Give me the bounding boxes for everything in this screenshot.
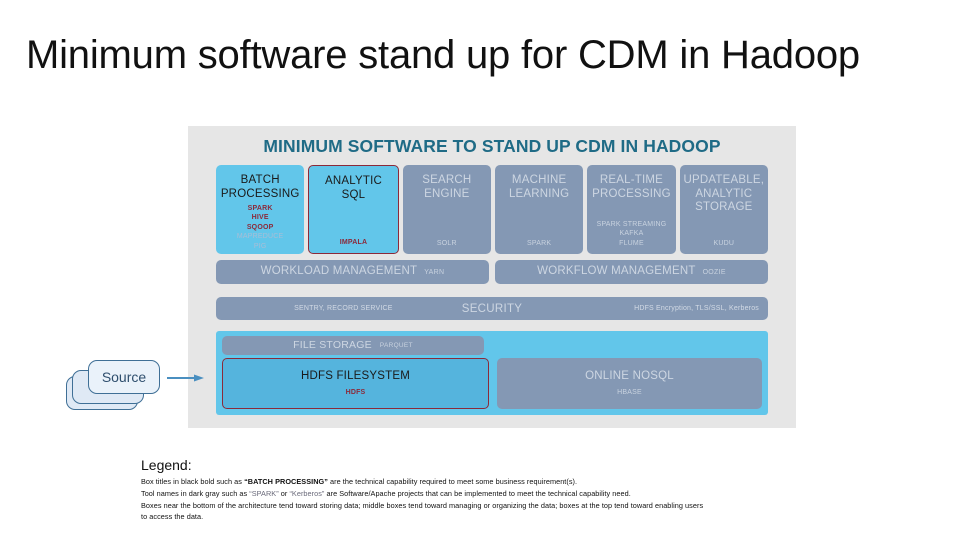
legend-text: are Software/Apache projects that can be… <box>324 488 631 498</box>
tool-name: IMPALA <box>339 238 368 246</box>
capability-tool-list: HDFS <box>346 388 366 398</box>
legend-line-1: Box titles in black bold such as “BATCH … <box>141 476 881 488</box>
security-tools-right: HDFS Encryption, TLS/SSL, Kerberos <box>634 305 760 312</box>
legend: Legend: Box titles in black bold such as… <box>141 456 881 523</box>
storage-row: HDFS FILESYSTEM HDFS ONLINE NOSQL HBASE <box>222 358 762 409</box>
capability-title: REAL-TIME PROCESSING <box>587 174 675 201</box>
capability-title: UPDATEABLE, ANALYTIC STORAGE <box>680 174 768 215</box>
capability-tool-list: KUDU <box>680 239 768 255</box>
capability-box-real-time-processing[interactable]: REAL-TIME PROCESSING SPARK STREAMING KAF… <box>587 165 676 255</box>
capability-title-line2: LEARNING <box>508 187 570 200</box>
capability-title-line1: REAL-TIME <box>599 174 664 186</box>
legend-text: Tool names in dark gray such as <box>141 488 250 498</box>
legend-text: are the technical capability required to… <box>327 477 578 486</box>
tool-name: SPARK STREAMING <box>596 220 667 228</box>
management-box-workflow[interactable]: WORKFLOW MANAGEMENT OOZIE <box>495 260 768 284</box>
capability-title: SEARCH ENGINE <box>403 174 491 201</box>
file-storage-bar[interactable]: FILE STORAGE PARQUET <box>222 336 484 355</box>
page-title: Minimum software stand up for CDM in Had… <box>26 33 860 77</box>
capability-tool-list: IMPALA <box>309 238 397 254</box>
capability-title-line1: SEARCH <box>422 174 472 186</box>
tool-name: YARN <box>424 268 445 276</box>
capability-title-line3: STORAGE <box>695 201 753 213</box>
storage-title: ONLINE NOSQL <box>585 370 674 382</box>
diagram-heading: MINIMUM SOFTWARE TO STAND UP CDM IN HADO… <box>263 136 721 156</box>
tool-name: SOLR <box>436 239 457 247</box>
legend-quote: “BATCH PROCESSING” <box>244 477 328 486</box>
storage-block: FILE STORAGE PARQUET HDFS FILESYSTEM HDF… <box>216 331 768 415</box>
security-row: SENTRY, RECORD SERVICE SECURITY HDFS Enc… <box>216 297 768 320</box>
management-title: WORKLOAD MANAGEMENT <box>260 265 418 278</box>
capability-title: MACHINE LEARNING <box>495 174 583 201</box>
capability-title-line1: MACHINE <box>511 174 567 186</box>
legend-text: or <box>278 488 290 498</box>
storage-title: HDFS FILESYSTEM <box>300 370 411 382</box>
capability-title-line1: UPDATEABLE, <box>683 174 765 186</box>
capability-title: ANALYTIC SQL <box>309 175 397 202</box>
capability-title: BATCH PROCESSING <box>216 174 304 201</box>
capability-title-line2: PROCESSING <box>592 187 671 200</box>
capability-title-line2: ANALYTIC <box>695 187 753 200</box>
tool-name: SQOOP <box>246 223 274 231</box>
capability-row: BATCH PROCESSING SPARK HIVE SQOOP MAPRED… <box>216 165 768 254</box>
source-card-front[interactable]: Source <box>88 360 160 394</box>
capability-tool-list: SPARK HIVE SQOOP MAPREDUCE PIG <box>216 204 304 255</box>
tool-name: HBASE <box>617 388 642 396</box>
tool-name: PIG <box>253 242 267 250</box>
tool-name: OOZIE <box>702 268 726 276</box>
tool-name: SPARK <box>247 204 273 212</box>
architecture-diagram-panel: MINIMUM SOFTWARE TO STAND UP CDM IN HADO… <box>188 126 796 428</box>
tool-name: KUDU <box>713 239 735 247</box>
management-row: WORKLOAD MANAGEMENT YARN WORKFLOW MANAGE… <box>216 260 768 284</box>
tool-name: FLUME <box>619 239 644 247</box>
tool-name: MAPREDUCE <box>236 233 284 240</box>
capability-box-batch-processing[interactable]: BATCH PROCESSING SPARK HIVE SQOOP MAPRED… <box>216 165 305 255</box>
management-title: WORKFLOW MANAGEMENT <box>537 265 696 278</box>
legend-quote: “SPARK” <box>249 488 279 498</box>
capability-title-line2: PROCESSING <box>220 187 300 200</box>
capability-box-updateable-analytic-storage[interactable]: UPDATEABLE, ANALYTIC STORAGE KUDU <box>679 165 768 255</box>
tool-name: PARQUET <box>379 342 413 349</box>
arrow-right-icon <box>167 374 204 382</box>
capability-tool-list: SPARK <box>495 239 583 255</box>
capability-title-line1: ANALYTIC <box>325 175 382 187</box>
legend-heading: Legend: <box>141 457 192 473</box>
capability-tool-list: HBASE <box>617 388 642 398</box>
security-box[interactable]: SENTRY, RECORD SERVICE SECURITY HDFS Enc… <box>216 297 768 320</box>
management-box-workload[interactable]: WORKLOAD MANAGEMENT YARN <box>216 260 489 284</box>
capability-box-search-engine[interactable]: SEARCH ENGINE SOLR <box>402 165 491 255</box>
capability-box-machine-learning[interactable]: MACHINE LEARNING SPARK <box>494 165 584 255</box>
legend-line-3: Boxes near the bottom of the architectur… <box>141 500 704 510</box>
source-label: Source <box>101 369 147 385</box>
storage-box-hdfs-filesystem[interactable]: HDFS FILESYSTEM HDFS <box>222 358 489 409</box>
legend-text: Box titles in black bold such as <box>141 477 245 486</box>
capability-title-line1: BATCH <box>240 174 280 186</box>
capability-title-line2: SQL <box>341 188 366 201</box>
capability-box-analytic-sql[interactable]: ANALYTIC SQL IMPALA <box>308 165 399 254</box>
legend-line-4: to access the data. <box>141 512 204 522</box>
capability-tool-list: SPARK STREAMING KAFKA FLUME <box>587 220 675 255</box>
tool-name: SPARK <box>527 239 552 247</box>
security-tools-left: SENTRY, RECORD SERVICE <box>294 305 393 312</box>
file-storage-title: FILE STORAGE <box>293 338 372 351</box>
storage-box-online-nosql[interactable]: ONLINE NOSQL HBASE <box>497 358 762 409</box>
legend-line-2: Tool names in dark gray such as “SPARK” … <box>141 488 881 500</box>
legend-quote: “Kerberos” <box>289 488 325 498</box>
capability-title-line2: ENGINE <box>424 187 470 200</box>
tool-name: KAFKA <box>619 230 644 237</box>
tool-name: HDFS <box>345 388 366 396</box>
security-title: SECURITY <box>461 302 523 315</box>
source-group: Source <box>66 360 204 412</box>
capability-tool-list: SOLR <box>403 239 491 255</box>
tool-name: HIVE <box>251 214 269 221</box>
